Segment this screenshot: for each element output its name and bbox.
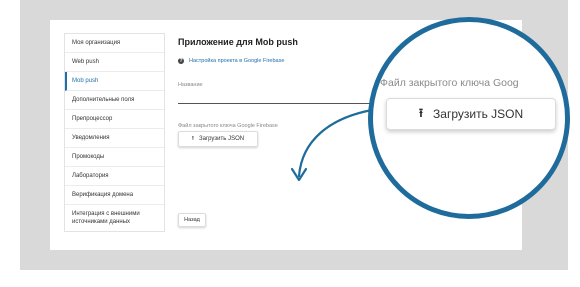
back-button[interactable]: Назад xyxy=(178,213,206,227)
info-circle-icon: ? xyxy=(178,58,184,64)
magnified-key-file-label: Файл закрытого ключа Goog xyxy=(380,77,519,89)
sidebar-item-mob-push[interactable]: Mob push xyxy=(65,72,164,91)
upload-arrow-icon: ⭱ xyxy=(418,105,424,120)
page-title: Приложение для Mob push xyxy=(178,37,298,47)
sidebar-item-web-push[interactable]: Web push xyxy=(65,53,164,72)
sidebar-item-promocodes[interactable]: Промокоды xyxy=(65,148,164,167)
key-file-label: Файл закрытого ключа Google Firebase xyxy=(178,123,278,129)
help-link[interactable]: ? Настройка проекта в Google Firebase xyxy=(178,58,284,64)
sidebar: Моя организация Web push Mob push Дополн… xyxy=(64,33,165,232)
sidebar-item-laboratory[interactable]: Лаборатория xyxy=(65,167,164,186)
magnified-upload-button-label: Загрузить JSON xyxy=(433,107,524,121)
upload-json-button[interactable]: ⭱ Загрузить JSON xyxy=(178,131,258,147)
upload-json-button-label: Загрузить JSON xyxy=(199,136,245,142)
magnifier-callout: Файл закрытого ключа Goog ⭱ Загрузить JS… xyxy=(368,17,570,219)
name-field[interactable] xyxy=(178,103,378,104)
help-link-text[interactable]: Настройка проекта в Google Firebase xyxy=(189,58,284,64)
sidebar-item-additional-fields[interactable]: Дополнительные поля xyxy=(65,91,164,110)
name-field-label: Название xyxy=(178,82,203,88)
sidebar-item-organization[interactable]: Моя организация xyxy=(65,34,164,53)
sidebar-item-preprocessor[interactable]: Препроцессор xyxy=(65,110,164,129)
sidebar-item-notifications[interactable]: Уведомления xyxy=(65,129,164,148)
sidebar-item-domain-verification[interactable]: Верификация домена xyxy=(65,186,164,205)
magnified-upload-json-button[interactable]: ⭱ Загрузить JSON xyxy=(386,98,556,130)
upload-arrow-icon: ⭱ xyxy=(191,136,195,142)
sidebar-item-integrations[interactable]: Интеграция с внешними источниками данных xyxy=(65,205,164,231)
